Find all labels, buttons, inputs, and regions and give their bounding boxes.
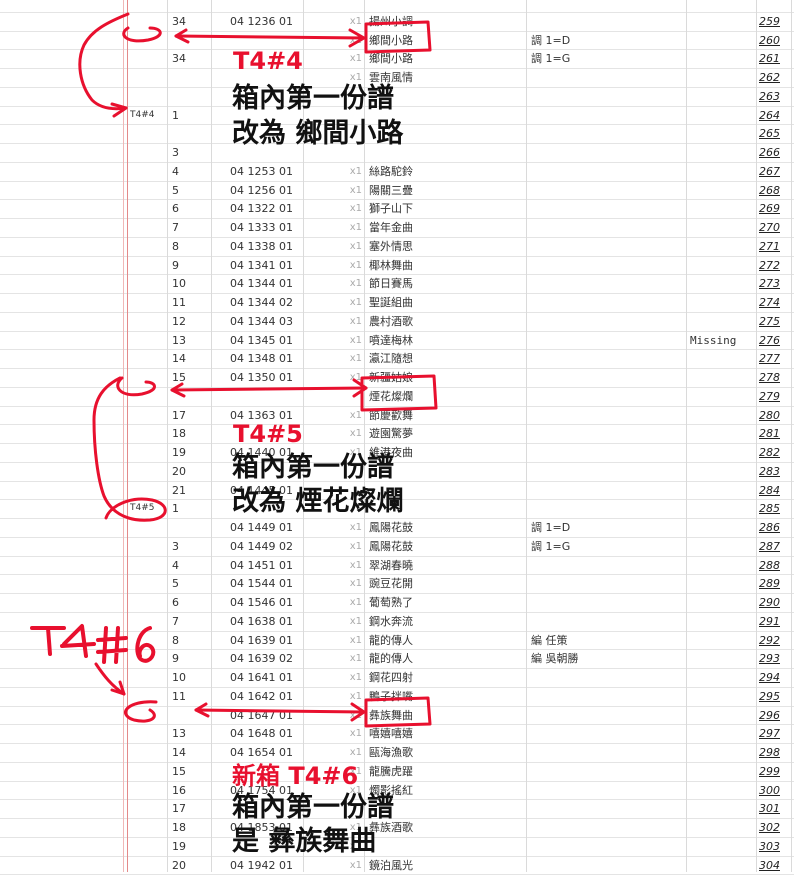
circle-t4-5	[360, 374, 438, 412]
annotation-t4-5-line1: 箱內第一份譜	[232, 452, 394, 483]
annotation-t4-6-line1: 箱內第一份譜	[232, 792, 394, 823]
bracket-t4-4	[78, 12, 130, 111]
annotation-t4-6-label: 新箱 T4#6	[232, 762, 359, 790]
annotation-t4-6-line2: 是 彝族舞曲	[232, 826, 377, 857]
circle-t4-6	[364, 696, 432, 728]
handwritten-t4-6-label	[30, 624, 156, 664]
curl-t4-5	[116, 376, 156, 397]
circle-t4-4	[364, 20, 432, 54]
arrow-t4-5	[170, 386, 368, 392]
arrow-t4-6-down	[94, 662, 126, 696]
bracket-t4-5	[92, 376, 167, 522]
arrow-t4-6	[194, 708, 366, 714]
curl-t4-4	[122, 26, 162, 43]
annotation-t4-5-line2: 改為 煙花燦爛	[232, 486, 404, 517]
arrow-t4-4	[174, 34, 366, 40]
annotation-t4-5-label: T4#5	[233, 420, 303, 448]
annotation-t4-4-label: T4#4	[233, 47, 303, 75]
annotation-t4-4-line2: 改為 鄉間小路	[232, 118, 404, 149]
curl-t4-6	[124, 700, 158, 723]
annotation-t4-4-line1: 箱內第一份譜	[232, 83, 394, 114]
